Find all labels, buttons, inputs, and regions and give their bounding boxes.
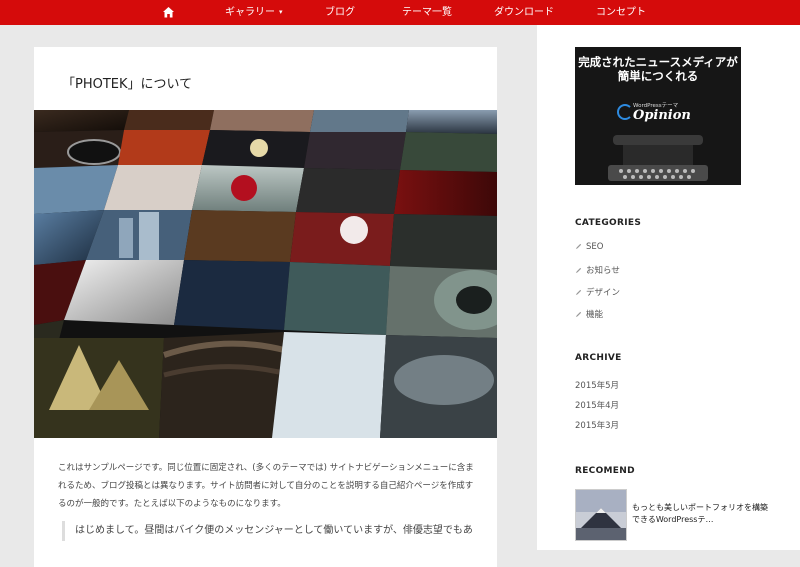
opinion-logo-icon (617, 104, 633, 120)
sidebar-ad-banner[interactable]: 完成されたニュースメディアが 簡単につくれる WordPressテーマ Opin… (575, 47, 741, 185)
nav-item-gallery[interactable]: ギャラリー ▾ (225, 6, 283, 19)
chevron-down-icon: ▾ (279, 8, 283, 16)
ad-headline-line1: 完成されたニュースメディアが (578, 55, 738, 69)
category-link-news[interactable]: お知らせ (575, 264, 620, 276)
pencil-icon (575, 243, 582, 250)
page-body-text: これはサンプルページです。同じ位置に固定され、(多くのテーマでは) サイトナビゲ… (58, 463, 474, 509)
featured-photo-collage (34, 110, 497, 438)
nav-item-theme-list[interactable]: テーマ一覧 (402, 6, 452, 19)
pencil-icon (575, 311, 582, 318)
category-label: 機能 (586, 310, 604, 320)
nav-item-concept[interactable]: コンセプト (596, 6, 646, 19)
archive-heading: ARCHIVE (575, 353, 622, 363)
nav-item-label: ギャラリー (225, 7, 275, 18)
main-article-card: 「PHOTEK」について これはサンプルページです。同じ位置に固定され、(多くの… (34, 47, 497, 567)
archive-link-2015-04[interactable]: 2015年4月 (575, 399, 619, 411)
category-link-seo[interactable]: SEO (575, 242, 603, 252)
ad-brand: Opinion (633, 108, 691, 123)
home-icon[interactable] (162, 6, 175, 19)
nav-item-download[interactable]: ダウンロード (494, 6, 554, 19)
ad-headline: 完成されたニュースメディアが 簡単につくれる (575, 55, 741, 83)
pencil-icon (575, 289, 582, 296)
pencil-icon (575, 267, 582, 274)
top-navigation: ギャラリー ▾ ブログ テーマ一覧 ダウンロード コンセプト (0, 0, 800, 25)
category-link-features[interactable]: 機能 (575, 308, 603, 320)
archive-link-2015-03[interactable]: 2015年3月 (575, 419, 619, 431)
category-label: SEO (586, 242, 604, 252)
category-link-design[interactable]: デザイン (575, 286, 620, 298)
collage-image (34, 110, 497, 438)
archive-link-2015-05[interactable]: 2015年5月 (575, 379, 619, 391)
page-title: 「PHOTEK」について (62, 77, 193, 92)
typewriter-illustration (608, 135, 708, 181)
recomend-post-link[interactable]: もっとも美しいポートフォリオを構築できるWordPressテ… (632, 502, 772, 526)
mountain-thumbnail-image (576, 490, 626, 540)
recomend-thumbnail[interactable] (575, 489, 627, 541)
recomend-heading: RECOMEND (575, 466, 635, 476)
nav-item-blog[interactable]: ブログ (325, 6, 355, 19)
categories-heading: CATEGORIES (575, 218, 642, 228)
ad-headline-line2: 簡単につくれる (617, 69, 699, 83)
blockquote: はじめまして。昼間はバイク便のメッセンジャーとして働いていますが、俳優志望でもあ (62, 521, 487, 541)
category-label: お知らせ (586, 266, 620, 276)
category-label: デザイン (586, 288, 621, 298)
